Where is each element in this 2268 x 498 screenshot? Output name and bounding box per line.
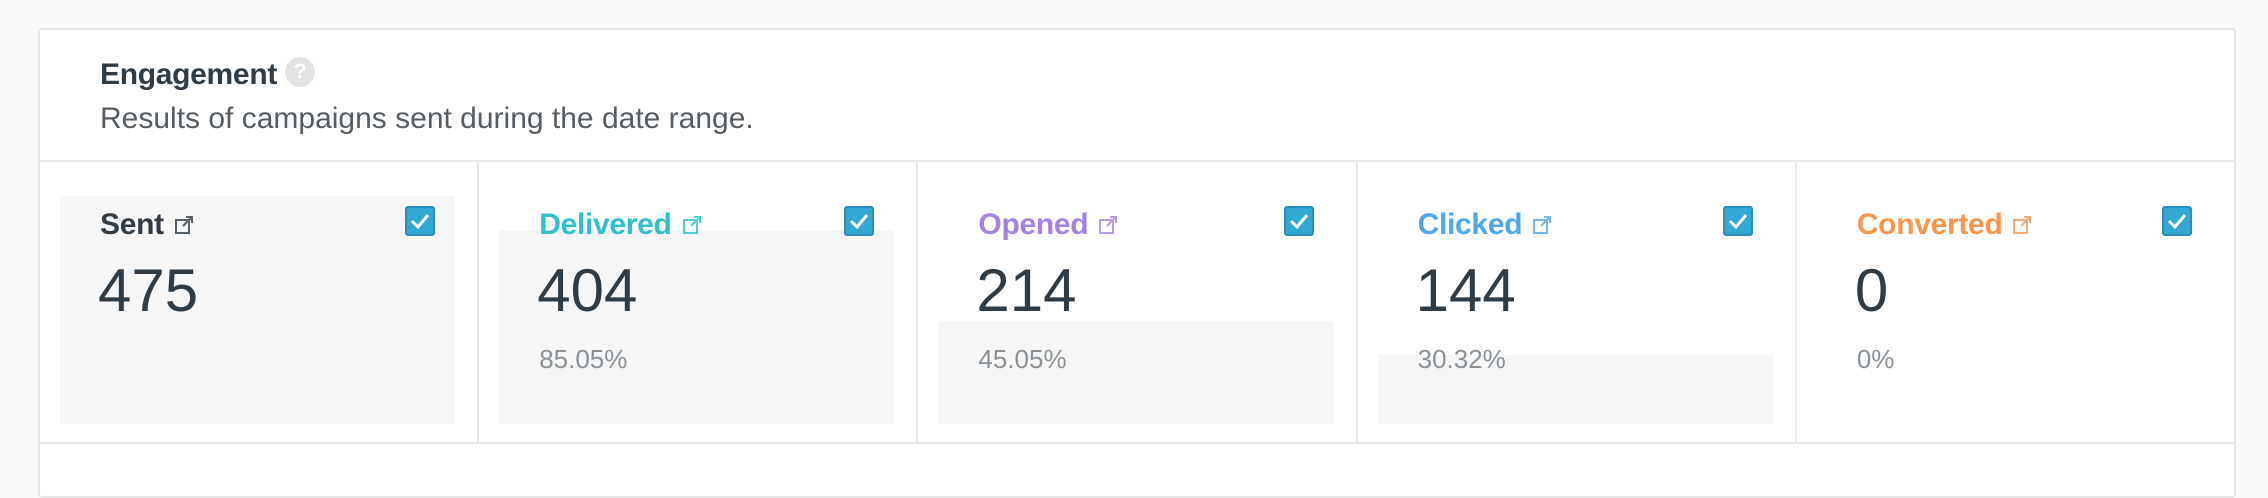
external-link-icon[interactable] — [1098, 215, 1118, 235]
metric-value: 404 — [537, 257, 638, 324]
title-row: Engagement ? — [100, 57, 316, 92]
metric-percent: 30.32% — [1417, 344, 1506, 374]
metric-checkbox[interactable] — [1283, 206, 1314, 236]
metric-label-row: Sent — [100, 208, 194, 242]
metric-value: 144 — [1415, 257, 1516, 324]
metric-value: 475 — [98, 257, 199, 324]
metric-label-link[interactable]: Delivered — [539, 208, 672, 242]
metric-label-row: Converted — [1857, 208, 2033, 242]
checkmark-icon — [850, 214, 869, 229]
metric-value: 214 — [976, 257, 1077, 324]
engagement-title: Engagement — [100, 58, 278, 91]
metric-percent: 0% — [1856, 344, 1895, 374]
external-link-icon[interactable] — [174, 215, 194, 235]
checkmark-icon — [1728, 214, 1747, 229]
metric-label-link[interactable]: Sent — [100, 208, 164, 242]
metric-percent: 45.05% — [978, 344, 1067, 374]
metric-checkbox[interactable] — [405, 206, 436, 236]
checkmark-icon — [1289, 214, 1308, 229]
metric-clicked: Clicked 144 30.32% — [1358, 160, 1797, 442]
external-link-icon[interactable] — [2012, 215, 2032, 235]
metric-label-row: Clicked — [1418, 208, 1553, 242]
metric-checkbox[interactable] — [2162, 206, 2193, 236]
metric-sent: Sent 475 — [40, 160, 480, 442]
metric-checkbox[interactable] — [1722, 206, 1753, 236]
engagement-header: Engagement ? Results of campaigns sent d… — [40, 30, 2234, 162]
metric-label-row: Delivered — [539, 208, 701, 242]
metric-percent: 85.05% — [539, 344, 628, 374]
metric-label-link[interactable]: Opened — [978, 208, 1088, 242]
metric-value: 0 — [1854, 257, 1889, 324]
help-icon[interactable]: ? — [285, 57, 316, 87]
metric-checkbox[interactable] — [844, 206, 875, 236]
metric-delivered: Delivered 404 85.05% — [479, 160, 919, 442]
external-link-icon[interactable] — [682, 215, 702, 235]
engagement-subtitle: Results of campaigns sent during the dat… — [100, 102, 754, 135]
checkmark-icon — [411, 214, 430, 229]
metric-opened: Opened 214 45.05% — [918, 160, 1358, 442]
external-link-icon[interactable] — [1532, 215, 1552, 235]
metric-label-row: Opened — [978, 208, 1118, 242]
metric-label-link[interactable]: Converted — [1857, 208, 2003, 242]
checkmark-icon — [2167, 214, 2187, 229]
metrics-row: Sent 475 Delivered 404 85.05% Opened 214… — [40, 160, 2234, 444]
engagement-card: Engagement ? Results of campaigns sent d… — [38, 28, 2236, 498]
metric-label-link[interactable]: Clicked — [1418, 208, 1523, 242]
metric-converted: Converted 0 0% — [1797, 160, 2234, 442]
